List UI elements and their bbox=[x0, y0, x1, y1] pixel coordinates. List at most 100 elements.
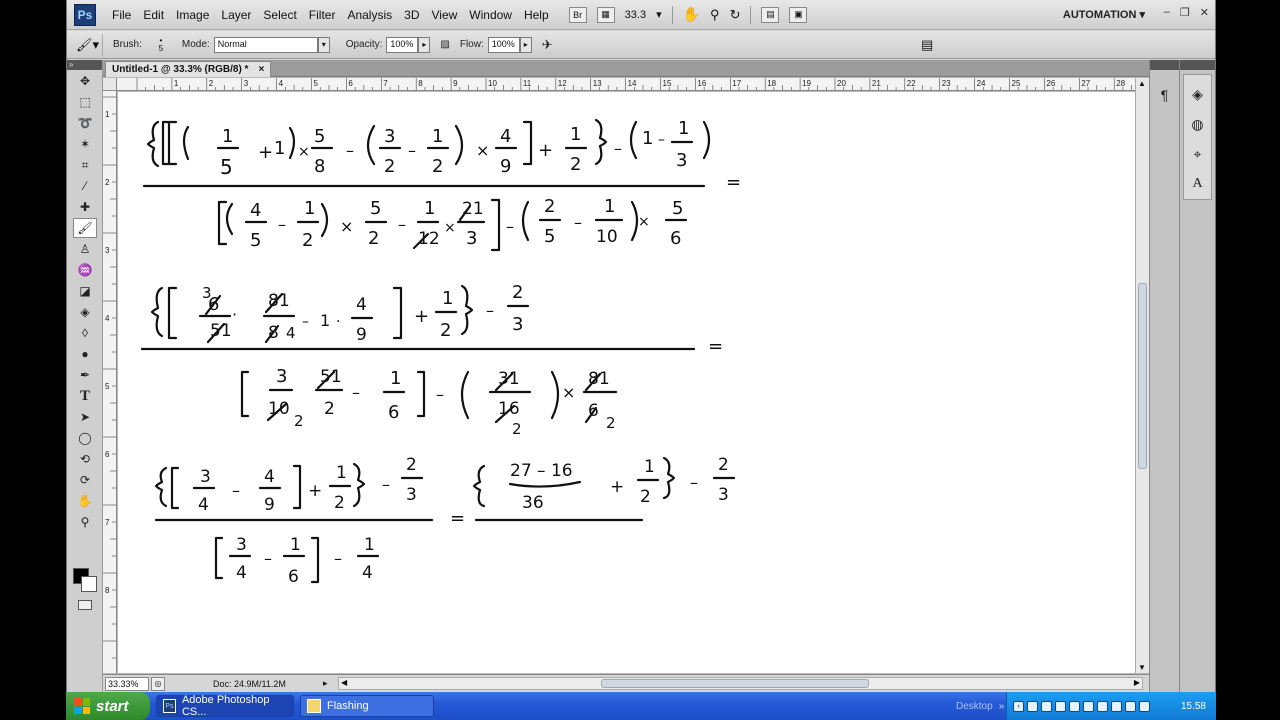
dock-header[interactable] bbox=[1180, 60, 1215, 70]
flow-field[interactable]: 100% bbox=[487, 36, 520, 53]
doc-info[interactable]: Doc: 24.9M/11.2M bbox=[213, 679, 333, 689]
menu-select[interactable]: Select bbox=[257, 8, 302, 22]
path-selection-tool-icon[interactable]: ➤ bbox=[73, 407, 97, 427]
menu-edit[interactable]: Edit bbox=[137, 8, 170, 22]
opacity-slider-button[interactable]: ▸ bbox=[418, 36, 431, 53]
menu-help[interactable]: Help bbox=[518, 8, 555, 22]
brush-tool-icon[interactable]: 🖌 bbox=[73, 218, 97, 238]
magic-wand-tool-icon[interactable]: ✶ bbox=[73, 134, 97, 154]
quick-mask-icon[interactable] bbox=[78, 600, 92, 610]
tray-app-icon[interactable] bbox=[1027, 700, 1038, 712]
menu-layer[interactable]: Layer bbox=[215, 8, 257, 22]
view-extras-icon[interactable]: ▦ bbox=[596, 6, 615, 23]
desktop-toolbar[interactable]: Desktop bbox=[956, 701, 993, 712]
ps-logo[interactable]: Ps bbox=[74, 3, 96, 26]
canvas[interactable]: 1 5 + 1 × 5 8 – 3 2 – 1 2 × 4 9 + 1 2 – … bbox=[118, 92, 1135, 673]
brush-size-preview[interactable]: • 5 bbox=[150, 36, 172, 53]
ruler-origin[interactable] bbox=[103, 78, 117, 91]
tray-app-icon[interactable] bbox=[1111, 700, 1122, 712]
vertical-scrollbar[interactable]: ▲ ▼ bbox=[1135, 78, 1149, 673]
history-brush-tool-icon[interactable]: ♒ bbox=[73, 260, 97, 280]
scroll-up-icon[interactable]: ▲ bbox=[1138, 79, 1146, 88]
lasso-tool-icon[interactable]: ➰ bbox=[73, 113, 97, 133]
zoom-level-dropdown[interactable]: 33.3 bbox=[625, 9, 646, 21]
menu-3d[interactable]: 3D bbox=[398, 8, 425, 22]
crop-tool-icon[interactable]: ⌗ bbox=[73, 155, 97, 175]
paint-bucket-tool-icon[interactable]: ◈ bbox=[73, 302, 97, 322]
menu-file[interactable]: File bbox=[106, 8, 137, 22]
tray-app-icon[interactable] bbox=[1097, 700, 1108, 712]
flow-slider-button[interactable]: ▸ bbox=[519, 36, 532, 53]
arrange-documents-icon[interactable]: ▤ bbox=[761, 6, 780, 23]
paragraph-icon[interactable]: ¶ bbox=[1153, 84, 1177, 106]
chevron-down-icon[interactable]: ▾ bbox=[656, 8, 662, 21]
rotate-view-icon[interactable]: ↻ bbox=[730, 7, 741, 23]
zoom-field[interactable]: 33.33% bbox=[105, 676, 149, 691]
channels-icon[interactable]: ◍ bbox=[1186, 113, 1210, 135]
clock[interactable]: 15.58 bbox=[1181, 701, 1206, 712]
vertical-scroll-thumb[interactable] bbox=[1138, 283, 1147, 469]
move-tool-icon[interactable]: ✥ bbox=[73, 71, 97, 91]
menu-filter[interactable]: Filter bbox=[303, 8, 342, 22]
ruler-vertical[interactable]: 1 2 3 4 5 6 7 8 bbox=[103, 91, 117, 673]
eyedropper-tool-icon[interactable]: ⁄ bbox=[73, 176, 97, 196]
menu-analysis[interactable]: Analysis bbox=[341, 8, 398, 22]
close-button[interactable]: ✕ bbox=[1200, 6, 1209, 19]
horizontal-scrollbar[interactable]: ◀ ▶ bbox=[338, 677, 1143, 690]
close-tab-icon[interactable]: × bbox=[258, 62, 264, 77]
menu-window[interactable]: Window bbox=[463, 8, 518, 22]
shape-tool-icon[interactable]: ◯ bbox=[73, 428, 97, 448]
menu-view[interactable]: View bbox=[425, 8, 463, 22]
type-tool-icon[interactable]: T bbox=[73, 386, 97, 406]
document-tab[interactable]: Untitled-1 @ 33.3% (RGB/8) * × bbox=[105, 61, 272, 77]
horizontal-scroll-thumb[interactable] bbox=[601, 679, 869, 688]
ruler-horizontal[interactable]: 1 2 3 4 5 6 7 8 9 10 11 12 13 14 15 16 17 18 19 20 21 22 23 24 2… bbox=[117, 78, 1135, 91]
clone-stamp-tool-icon[interactable]: ♙ bbox=[73, 239, 97, 259]
minimize-button[interactable]: – bbox=[1164, 6, 1170, 19]
marquee-tool-icon[interactable]: ⬚ bbox=[73, 92, 97, 112]
screen-mode-icon[interactable]: ▣ bbox=[789, 6, 808, 23]
status-menu-icon[interactable]: ◎ bbox=[151, 676, 165, 691]
volume-icon[interactable] bbox=[1125, 700, 1136, 712]
taskbar-item-flashing[interactable]: Flashing bbox=[300, 695, 434, 717]
zoom-icon[interactable]: ⚲ bbox=[710, 7, 720, 23]
scroll-down-icon[interactable]: ▼ bbox=[1138, 663, 1146, 672]
tray-app-icon[interactable] bbox=[1083, 700, 1094, 712]
chevron-down-icon[interactable]: ▾ bbox=[317, 36, 330, 53]
workspace-switcher[interactable]: AUTOMATION ▾ bbox=[1063, 8, 1145, 21]
blur-tool-icon[interactable]: ◊ bbox=[73, 323, 97, 343]
airbrush-icon[interactable]: ✈ bbox=[542, 37, 553, 53]
mode-select[interactable]: Normal bbox=[213, 36, 318, 53]
taskbar-item-photoshop[interactable]: Ps Adobe Photoshop CS... bbox=[156, 694, 294, 718]
paths-icon[interactable]: ⌖ bbox=[1186, 143, 1210, 165]
tray-app-icon[interactable] bbox=[1055, 700, 1066, 712]
airbrush-toggle-icon[interactable]: ▨ bbox=[440, 39, 449, 50]
pen-tool-icon[interactable]: ✒ bbox=[73, 365, 97, 385]
restore-button[interactable]: ❐ bbox=[1180, 6, 1190, 19]
tray-app-icon[interactable] bbox=[1069, 700, 1080, 712]
opacity-field[interactable]: 100% bbox=[386, 36, 419, 53]
scroll-left-icon[interactable]: ◀ bbox=[341, 678, 347, 687]
healing-brush-tool-icon[interactable]: ✚ bbox=[73, 197, 97, 217]
background-color-swatch[interactable] bbox=[81, 576, 97, 592]
brush-icon[interactable]: 🖌▾ bbox=[73, 33, 103, 56]
toolbox-collapse-icon[interactable]: » bbox=[67, 60, 102, 70]
scroll-right-icon[interactable]: ▶ bbox=[1134, 678, 1140, 687]
status-arrow-icon[interactable]: ▸ bbox=[323, 678, 328, 689]
brush-panel-icon[interactable]: ▤ bbox=[921, 37, 933, 53]
network-icon[interactable] bbox=[1139, 700, 1150, 712]
dock-header[interactable] bbox=[1150, 60, 1179, 70]
hand-tool-icon[interactable]: ✋ bbox=[73, 491, 97, 511]
hand-icon[interactable]: ✋ bbox=[683, 6, 700, 23]
layers-icon[interactable]: ◈ bbox=[1186, 83, 1210, 105]
bridge-icon[interactable]: Br bbox=[568, 6, 587, 23]
zoom-tool-icon[interactable]: ⚲ bbox=[73, 512, 97, 532]
character-icon[interactable]: A bbox=[1186, 173, 1210, 195]
3d-orbit-tool-icon[interactable]: ⟳ bbox=[73, 470, 97, 490]
dodge-tool-icon[interactable]: ● bbox=[73, 344, 97, 364]
eraser-tool-icon[interactable]: ◪ bbox=[73, 281, 97, 301]
tray-app-icon[interactable] bbox=[1041, 700, 1052, 712]
menu-image[interactable]: Image bbox=[170, 8, 215, 22]
tray-arrow-icon[interactable]: ‹ bbox=[1013, 700, 1024, 712]
3d-rotate-tool-icon[interactable]: ⟲ bbox=[73, 449, 97, 469]
